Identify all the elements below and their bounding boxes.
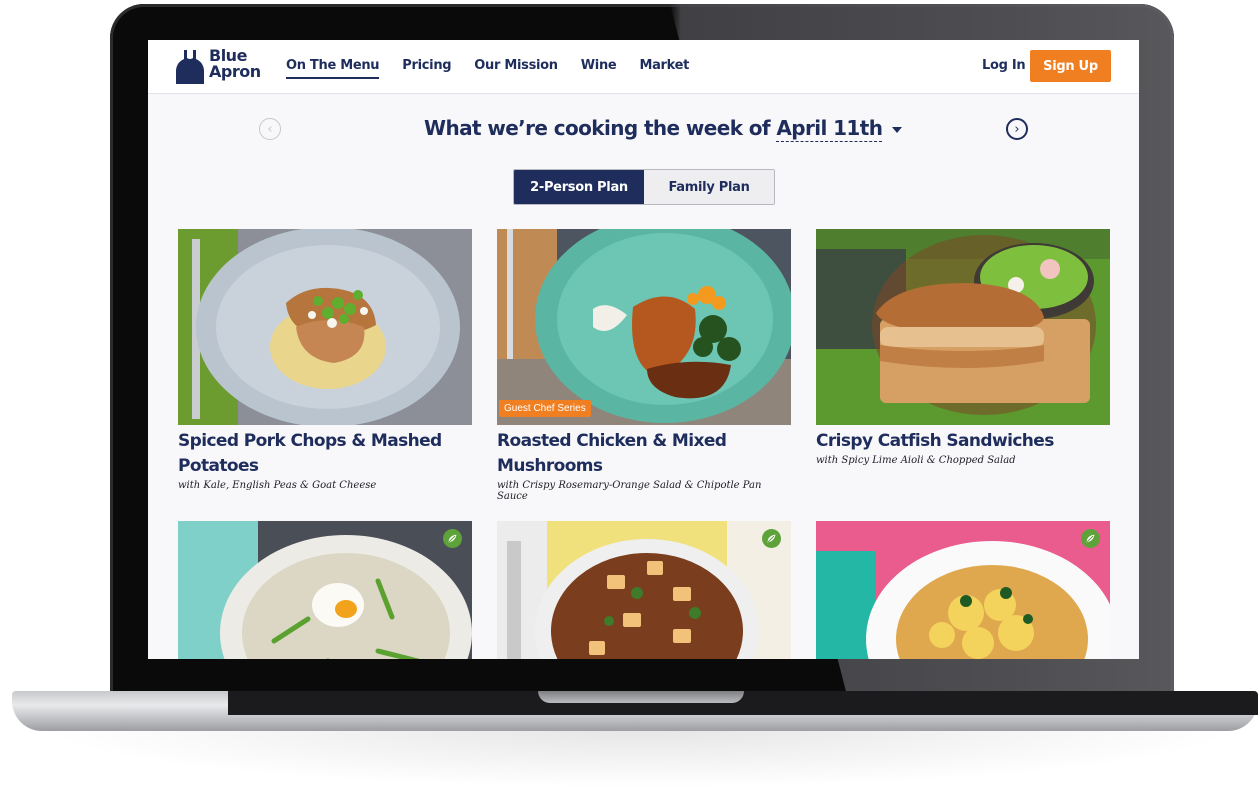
- week-selector: ‹ What we’re cooking the week of April 1…: [148, 114, 1139, 150]
- recipe-image-pork-chops[interactable]: [178, 229, 472, 425]
- guest-chef-badge: Guest Chef Series: [499, 400, 591, 417]
- site-header: Blue Apron On The Menu Pricing Our Missi…: [148, 40, 1139, 94]
- recipe-card[interactable]: [497, 521, 791, 659]
- nav-our-mission[interactable]: Our Mission: [474, 58, 558, 79]
- plan-toggle: 2-Person Plan Family Plan: [513, 169, 775, 205]
- nav-on-the-menu[interactable]: On The Menu: [286, 58, 380, 79]
- logo-wordmark: Blue Apron: [209, 46, 261, 81]
- recipe-image-catfish-sandwich[interactable]: [816, 229, 1110, 425]
- recipe-subtitle: with Crispy Rosemary-Orange Salad & Chip…: [497, 480, 762, 502]
- leaf-icon: [762, 529, 781, 548]
- recipe-image-pasta[interactable]: [178, 521, 472, 659]
- recipe-card[interactable]: Spiced Pork Chops & Mashed Potatoes with…: [178, 229, 472, 491]
- recipe-card[interactable]: Guest Chef Series Roasted Chicken & Mixe…: [497, 229, 791, 502]
- nav-wine[interactable]: Wine: [581, 58, 617, 79]
- recipe-title[interactable]: Roasted Chicken & Mixed Mushrooms: [497, 429, 791, 479]
- recipe-subtitle: with Kale, English Peas & Goat Cheese: [178, 480, 377, 491]
- recipe-card[interactable]: [178, 521, 472, 659]
- chevron-right-icon[interactable]: ›: [1006, 118, 1028, 140]
- caret-down-icon[interactable]: [892, 126, 903, 133]
- recipe-card[interactable]: [816, 521, 1110, 659]
- recipe-subtitle: with Spicy Lime Aioli & Chopped Salad: [816, 455, 1016, 466]
- recipe-image-roasted-chicken[interactable]: Guest Chef Series: [497, 229, 791, 425]
- recipe-card[interactable]: Crispy Catfish Sandwiches with Spicy Lim…: [816, 229, 1110, 466]
- laptop-shadow: [40, 728, 1240, 788]
- browser-screen: Blue Apron On The Menu Pricing Our Missi…: [148, 40, 1139, 659]
- recipe-title[interactable]: Crispy Catfish Sandwiches: [816, 429, 1110, 454]
- nav-market[interactable]: Market: [639, 58, 689, 79]
- laptop-notch: [538, 691, 744, 703]
- signup-button[interactable]: Sign Up: [1030, 50, 1111, 82]
- recipe-image-cauliflower-curry[interactable]: [816, 521, 1110, 659]
- nav-pricing[interactable]: Pricing: [402, 58, 451, 79]
- two-person-plan-tab[interactable]: 2-Person Plan: [514, 170, 644, 204]
- recipe-title[interactable]: Spiced Pork Chops & Mashed Potatoes: [178, 429, 472, 479]
- login-link[interactable]: Log In: [982, 58, 1026, 73]
- recipe-image-tofu-stew[interactable]: [497, 521, 791, 659]
- week-heading: What we’re cooking the week of April 11t…: [424, 116, 903, 142]
- chevron-left-icon[interactable]: ‹: [259, 118, 281, 140]
- leaf-icon: [443, 529, 462, 548]
- main-nav: On The Menu Pricing Our Mission Wine Mar…: [286, 58, 712, 79]
- blue-apron-logo[interactable]: Blue Apron: [176, 48, 266, 86]
- leaf-icon: [1081, 529, 1100, 548]
- apron-icon: [176, 50, 204, 84]
- family-plan-tab[interactable]: Family Plan: [644, 170, 774, 204]
- week-date-dropdown[interactable]: April 11th: [776, 116, 883, 142]
